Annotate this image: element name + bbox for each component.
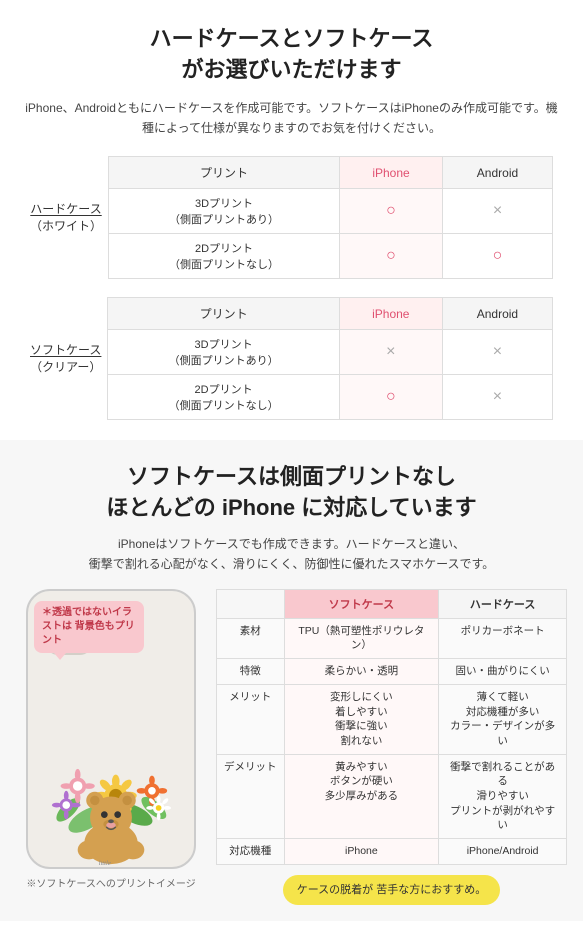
- label-material: 素材: [217, 618, 285, 658]
- label-demerit: デメリット: [217, 754, 285, 838]
- soft-case-table: プリント iPhone Android 3Dプリント（側面プリントあり） × ×…: [107, 297, 553, 420]
- row3-android: ×: [442, 330, 552, 375]
- row2-android: ○: [442, 234, 552, 279]
- row4-label: 2Dプリント（側面プリントなし）: [108, 375, 339, 420]
- tip-bubble: ケースの脱着が 苦手な方におすすめ。: [283, 875, 501, 906]
- soft-case-table-wrap: ソフトケース （クリアー） プリント iPhone Android 3Dプリント…: [30, 297, 553, 420]
- comp-col-label: [217, 589, 285, 618]
- table-row: 2Dプリント（側面プリントなし） ○ ×: [108, 375, 553, 420]
- phone-mockup: ＊透過ではないイラストは 背景色もプリント: [26, 589, 196, 869]
- hard-case-table-wrap: ハードケース （ホワイト） プリント iPhone Android 3Dプリント…: [30, 156, 553, 279]
- row1-label: 3Dプリント（側面プリントあり）: [109, 189, 340, 234]
- section2-description: iPhoneはソフトケースでも作成できます。ハードケースと違い、 衝撃で割れる心…: [16, 534, 567, 575]
- soft-device: iPhone: [284, 839, 439, 865]
- comp-row-material: 素材 TPU（熱可塑性ポリウレタン） ポリカーボネート: [217, 618, 567, 658]
- label-device: 対応機種: [217, 839, 285, 865]
- phone-bottom-label: ※ソフトケースへのプリントイメージ: [16, 875, 206, 890]
- hard-material: ポリカーボネート: [439, 618, 567, 658]
- section2: ソフトケースは側面プリントなし ほとんどの iPhone に対応しています iP…: [0, 440, 583, 921]
- soft-merit: 変形しにくい着しやすい衝撃に強い割れない: [284, 684, 439, 754]
- label-merit: メリット: [217, 684, 285, 754]
- section1: ハードケースとソフトケース がお選びいただけます iPhone、Androidと…: [0, 0, 583, 440]
- phone-area: ＊透過ではないイラストは 背景色もプリント: [16, 589, 206, 890]
- table-row: 3Dプリント（側面プリントあり） × ×: [108, 330, 553, 375]
- col-iphone-1: iPhone: [340, 157, 443, 189]
- hard-device: iPhone/Android: [439, 839, 567, 865]
- section2-title: ソフトケースは側面プリントなし ほとんどの iPhone に対応しています: [16, 462, 567, 524]
- label-feature: 特徴: [217, 659, 285, 685]
- table-row: 2Dプリント（側面プリントなし） ○ ○: [109, 234, 553, 279]
- col-print-2: プリント: [108, 298, 339, 330]
- row1-iphone: ○: [340, 189, 443, 234]
- hard-feature: 固い・曲がりにくい: [439, 659, 567, 685]
- section1-title: ハードケースとソフトケース がお選びいただけます: [20, 24, 563, 86]
- comp-row-merit: メリット 変形しにくい着しやすい衝撃に強い割れない 薄くて軽い対応機種が多いカラ…: [217, 684, 567, 754]
- row2-label: 2Dプリント（側面プリントなし）: [109, 234, 340, 279]
- comparison-table-wrap: ソフトケース ハードケース 素材 TPU（熱可塑性ポリウレタン） ポリカーボネー…: [216, 589, 567, 905]
- row1-android: ×: [442, 189, 552, 234]
- svg-text:little: little: [99, 860, 111, 867]
- hard-merit: 薄くて軽い対応機種が多いカラー・デザインが多い: [439, 684, 567, 754]
- col-android-1: Android: [442, 157, 552, 189]
- col-iphone-2: iPhone: [339, 298, 442, 330]
- soft-material: TPU（熱可塑性ポリウレタン）: [284, 618, 439, 658]
- tip-row: ケースの脱着が 苦手な方におすすめ。: [216, 865, 567, 906]
- comp-row-demerit: デメリット 黄みやすいボタンが硬い多少厚みがある 衝撃で割れることがある滑りやす…: [217, 754, 567, 838]
- hard-case-label: ハードケース （ホワイト）: [30, 201, 102, 235]
- comparison-area: ＊透過ではないイラストは 背景色もプリント: [16, 589, 567, 905]
- note-bubble: ＊透過ではないイラストは 背景色もプリント: [34, 601, 144, 653]
- row4-iphone: ○: [339, 375, 442, 420]
- row3-iphone: ×: [339, 330, 442, 375]
- hard-demerit: 衝撃で割れることがある滑りやすいプリントが剥がれやすい: [439, 754, 567, 838]
- comp-col-soft: ソフトケース: [284, 589, 439, 618]
- flower-illustration: little mitten: [28, 667, 194, 867]
- table-row: 3Dプリント（側面プリントあり） ○ ×: [109, 189, 553, 234]
- comparison-table: ソフトケース ハードケース 素材 TPU（熱可塑性ポリウレタン） ポリカーボネー…: [216, 589, 567, 865]
- soft-demerit: 黄みやすいボタンが硬い多少厚みがある: [284, 754, 439, 838]
- tables-container: ハードケース （ホワイト） プリント iPhone Android 3Dプリント…: [20, 156, 563, 420]
- row3-label: 3Dプリント（側面プリントあり）: [108, 330, 339, 375]
- row2-iphone: ○: [340, 234, 443, 279]
- comp-col-hard: ハードケース: [439, 589, 567, 618]
- comp-row-device: 対応機種 iPhone iPhone/Android: [217, 839, 567, 865]
- soft-feature: 柔らかい・透明: [284, 659, 439, 685]
- hard-case-table: プリント iPhone Android 3Dプリント（側面プリントあり） ○ ×…: [108, 156, 553, 279]
- section1-description: iPhone、Androidともにハードケースを作成可能です。ソフトケースはiP…: [20, 98, 563, 139]
- comp-row-feature: 特徴 柔らかい・透明 固い・曲がりにくい: [217, 659, 567, 685]
- row4-android: ×: [442, 375, 552, 420]
- soft-case-label: ソフトケース （クリアー）: [30, 342, 101, 376]
- col-android-2: Android: [442, 298, 552, 330]
- col-print-1: プリント: [109, 157, 340, 189]
